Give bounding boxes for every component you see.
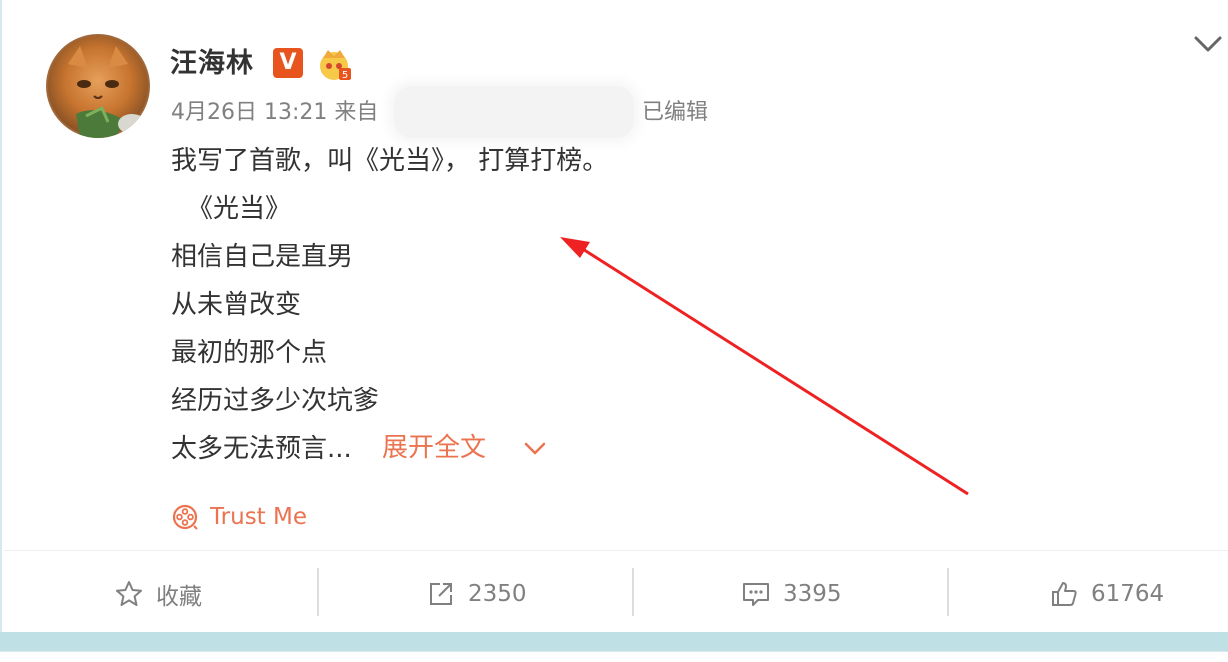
post-text-line: 从未曾改变 (171, 290, 302, 320)
repost-count: 2350 (468, 581, 527, 607)
edited-indicator[interactable]: 已编辑 (642, 98, 708, 128)
favorite-label: 收藏 (156, 584, 202, 610)
thumbs-up-icon (1052, 582, 1077, 606)
comment-icon (743, 583, 769, 606)
post-text-line: 《光当》 (187, 194, 292, 224)
svg-text:5: 5 (342, 70, 348, 81)
chevron-down-icon[interactable] (1192, 32, 1224, 56)
action-separator (317, 568, 319, 616)
expand-chevron-icon[interactable] (522, 440, 548, 458)
star-icon (116, 581, 142, 606)
next-card-edge (0, 651, 1228, 662)
post-timestamp-source: 4月26日 13:21 来自 (171, 100, 379, 125)
favorite-button[interactable]: 收藏 (114, 572, 202, 616)
like-count: 61764 (1091, 581, 1165, 607)
verified-badge-icon: V (273, 48, 303, 78)
post-text-line: 最初的那个点 (171, 338, 328, 368)
action-separator (632, 568, 634, 616)
redacted-source-blur (394, 86, 634, 138)
weibo-post-card: 汪海林 V 5 4月26日 13:21 来自 已编辑 我写了首歌，叫《光当》， … (0, 0, 1228, 632)
like-button[interactable]: 61764 (1049, 572, 1164, 616)
post-text-line: 太多无法预言... (171, 434, 352, 464)
post-text-line: 我写了首歌，叫《光当》， 打算打榜。 (171, 146, 609, 176)
action-bar-divider (4, 550, 1228, 551)
post-text-line: 经历过多少次坑爹 (171, 386, 380, 416)
crown-icon[interactable]: 5 (315, 44, 353, 82)
author-name[interactable]: 汪海林 (170, 46, 254, 82)
post-text-line: 相信自己是直男 (171, 242, 354, 272)
cat-avatar-image (46, 34, 150, 138)
repost-button[interactable]: 2350 (426, 572, 527, 616)
film-reel-icon (172, 504, 198, 530)
expand-full-text-link[interactable]: 展开全文 (382, 430, 486, 466)
share-icon (430, 583, 452, 605)
comment-button[interactable]: 3395 (741, 572, 842, 616)
author-avatar[interactable] (46, 34, 150, 138)
music-title: Trust Me (210, 504, 308, 530)
action-separator (947, 568, 949, 616)
comment-count: 3395 (783, 581, 842, 607)
